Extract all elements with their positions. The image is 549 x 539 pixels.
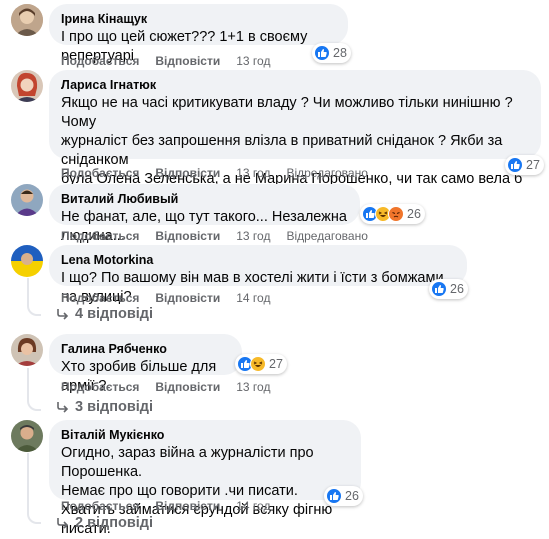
like-reaction-icon: [314, 45, 330, 61]
comment-bubble: Виталий Любивый Не фанат, але, що тут та…: [49, 184, 360, 244]
reaction-number: 28: [333, 46, 347, 60]
reply-arrow-icon: [57, 309, 69, 320]
comment-author[interactable]: Виталий Любивый: [61, 191, 348, 207]
view-replies-button[interactable]: 2 відповіді: [56, 515, 153, 531]
reaction-count[interactable]: 27: [505, 155, 544, 175]
comment-author[interactable]: Віталій Мукієнко: [61, 427, 349, 443]
comment-time[interactable]: 13 год: [236, 228, 270, 244]
like-button[interactable]: Подобається: [61, 498, 139, 514]
comment-actions: Подобається Відповісти 13 год Відредагов…: [61, 228, 368, 244]
comment-time[interactable]: 13 год: [236, 379, 270, 395]
avatar[interactable]: [11, 420, 43, 452]
comment-bubble: Лариса Ігнатюк Якщо не на часі критикува…: [49, 70, 541, 225]
comment-author[interactable]: Lena Motorkina: [61, 252, 455, 268]
reply-button[interactable]: Відповісти: [155, 290, 220, 306]
reaction-number: 26: [407, 207, 421, 221]
thread-line: [27, 368, 29, 398]
like-reaction-icon: [431, 281, 447, 297]
comment-actions: Подобається Відповісти 13 год: [61, 53, 270, 69]
haha-reaction-icon: [250, 356, 266, 372]
like-button[interactable]: Подобається: [61, 290, 139, 306]
thread-line: [27, 278, 29, 302]
reaction-count[interactable]: 27: [235, 354, 287, 374]
user-photo-icon: [11, 420, 43, 452]
reply-arrow-icon: [57, 518, 69, 529]
replies-count: 2 відповіді: [75, 515, 154, 531]
like-button[interactable]: Подобається: [61, 379, 139, 395]
reaction-count[interactable]: 26: [360, 204, 425, 224]
thread-connector: [27, 302, 41, 316]
comment-text-line: Якщо не на часі критикувати владу ? Чи м…: [61, 95, 513, 130]
replies-count: 3 відповіді: [75, 399, 154, 415]
angry-reaction-icon: [388, 206, 404, 222]
replies-count: 4 відповіді: [75, 306, 154, 322]
comment-text-line: Огидно, зараз війна а журналісти про Пор…: [61, 445, 314, 480]
comment-actions: Подобається Відповісти 13 год Відредагов…: [61, 165, 368, 181]
comment-actions: Подобається Відповісти 13 год: [61, 379, 270, 395]
avatar[interactable]: [11, 4, 43, 36]
user-photo-icon: [11, 70, 43, 102]
reply-button[interactable]: Відповісти: [155, 165, 220, 181]
reaction-number: 27: [526, 158, 540, 172]
reply-arrow-icon: [57, 402, 69, 413]
reaction-count[interactable]: 28: [312, 43, 351, 63]
comment-actions: Подобається Відповісти 14 год: [61, 498, 270, 514]
reply-button[interactable]: Відповісти: [155, 228, 220, 244]
reply-button[interactable]: Відповісти: [155, 53, 220, 69]
avatar[interactable]: [11, 245, 43, 277]
avatar[interactable]: [11, 184, 43, 216]
comment-time[interactable]: 13 год: [236, 165, 270, 181]
like-reaction-icon: [507, 157, 523, 173]
avatar[interactable]: [11, 334, 43, 366]
comment-actions: Подобається Відповісти 14 год: [61, 290, 270, 306]
comment-time[interactable]: 14 год: [236, 290, 270, 306]
thread-connector: [27, 510, 41, 524]
thread-connector: [27, 397, 41, 411]
reaction-number: 27: [269, 357, 283, 371]
comment-author[interactable]: Ірина Кінащук: [61, 11, 336, 27]
comment-author[interactable]: Галина Рябченко: [61, 341, 230, 357]
comment-bubble: Ірина Кінащук І про що цей сюжет??? 1+1 …: [49, 4, 348, 64]
user-photo-icon: [11, 184, 43, 216]
like-button[interactable]: Подобається: [61, 228, 139, 244]
thread-line: [27, 453, 29, 511]
user-photo-icon: [11, 4, 43, 36]
view-replies-button[interactable]: 4 відповіді: [56, 306, 153, 322]
edited-label[interactable]: Відредаговано: [286, 228, 367, 244]
comment-bubble: Lena Motorkina І що? По вашому він мав в…: [49, 245, 467, 305]
reaction-count[interactable]: 26: [324, 486, 363, 506]
reaction-number: 26: [450, 282, 464, 296]
comment-bubble: Галина Рябченко Хто зробив більше для ар…: [49, 334, 242, 394]
edited-label[interactable]: Відредаговано: [286, 165, 367, 181]
comment-time[interactable]: 13 год: [236, 53, 270, 69]
reaction-count[interactable]: 26: [429, 279, 468, 299]
like-button[interactable]: Подобається: [61, 53, 139, 69]
user-photo-icon: [11, 245, 43, 277]
view-replies-button[interactable]: 3 відповіді: [56, 399, 153, 415]
reaction-number: 26: [345, 489, 359, 503]
like-button[interactable]: Подобається: [61, 165, 139, 181]
avatar[interactable]: [11, 70, 43, 102]
comment-bubble: Віталій Мукієнко Огидно, зараз війна а ж…: [49, 420, 361, 537]
like-reaction-icon: [326, 488, 342, 504]
reply-button[interactable]: Відповісти: [155, 498, 220, 514]
comment-time[interactable]: 14 год: [236, 498, 270, 514]
reply-button[interactable]: Відповісти: [155, 379, 220, 395]
comment-author[interactable]: Лариса Ігнатюк: [61, 77, 529, 93]
user-photo-icon: [11, 334, 43, 366]
